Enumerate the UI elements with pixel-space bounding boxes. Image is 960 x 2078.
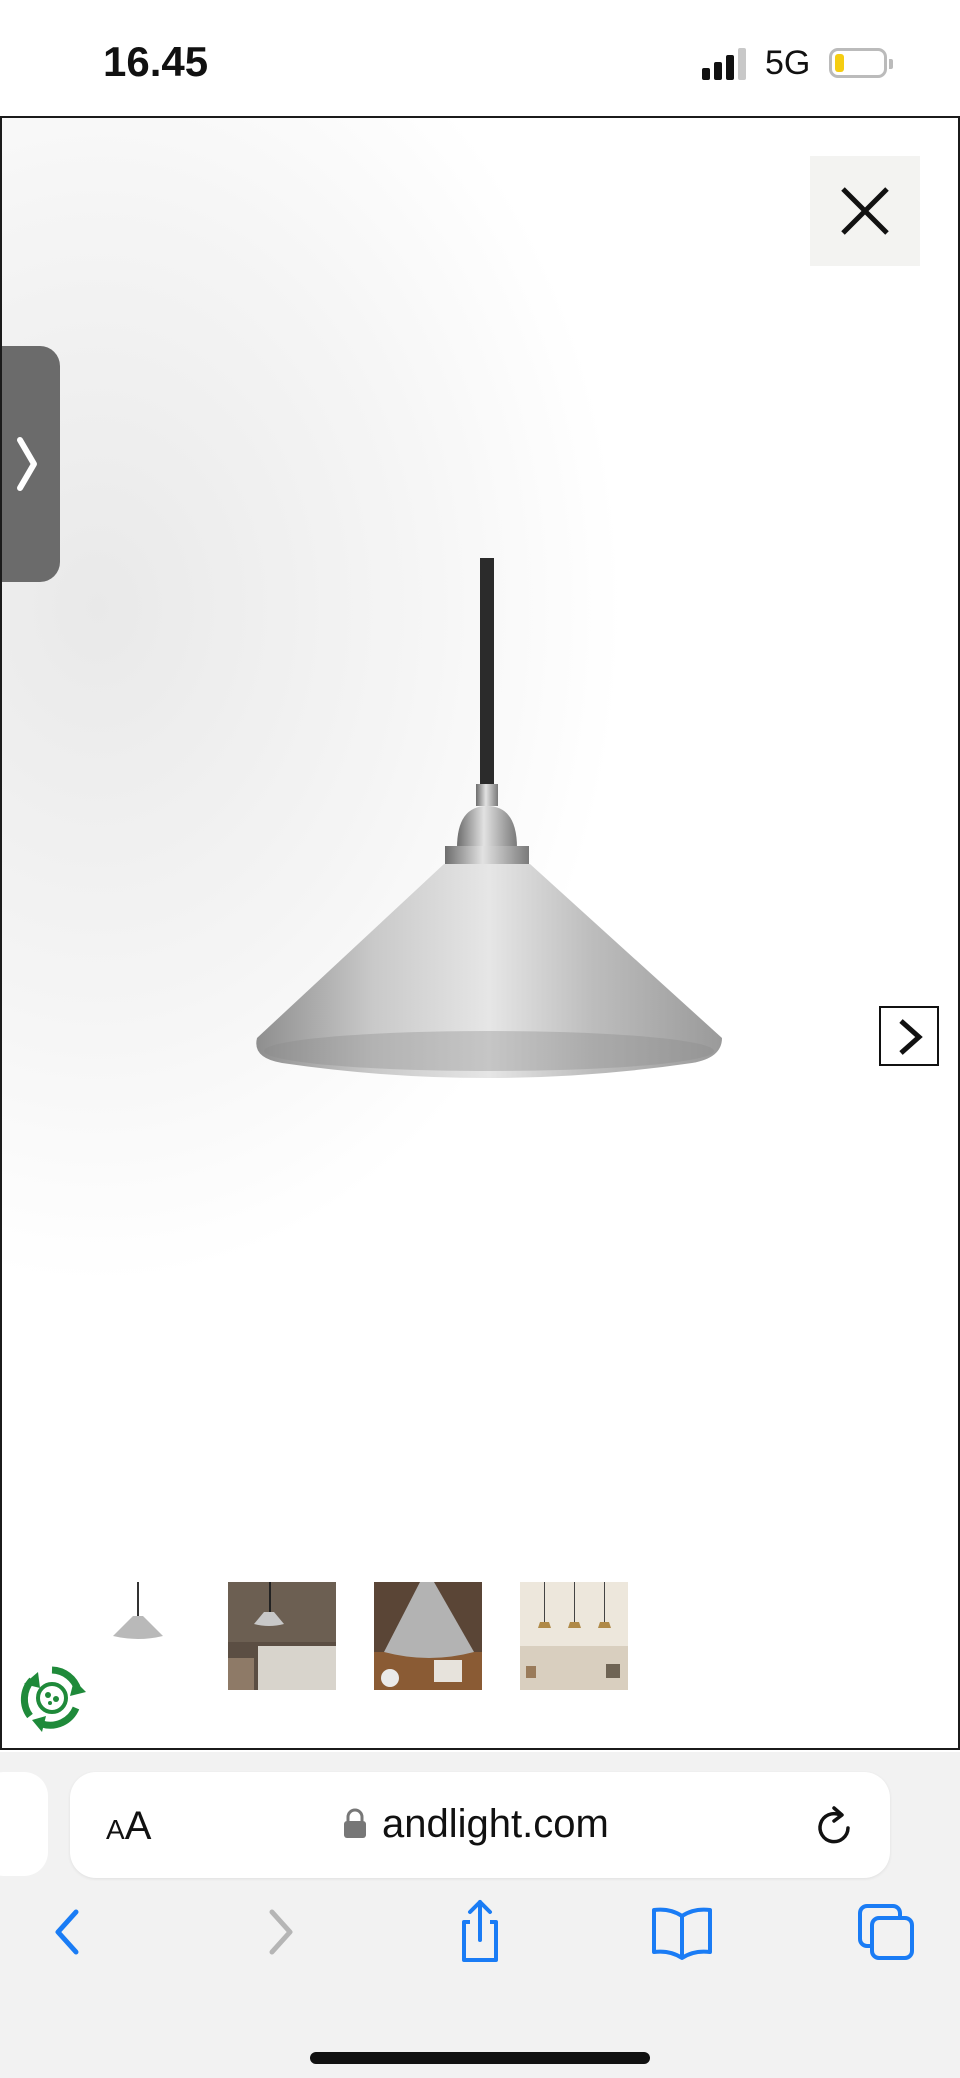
home-indicator <box>310 2052 650 2064</box>
url-text: andlight.com <box>382 1802 609 1846</box>
bookmarks-icon <box>652 1907 712 1960</box>
thumb-lamp-table-closeup[interactable] <box>374 1582 482 1690</box>
network-type: 5G <box>765 44 811 82</box>
tabs-button[interactable] <box>846 1892 926 1972</box>
recycle-icon[interactable] <box>12 1658 92 1738</box>
text-size-button[interactable]: AA <box>106 1804 151 1849</box>
status-time: 16.45 <box>103 38 209 85</box>
thumbnail-strip <box>96 1582 656 1692</box>
battery-icon <box>829 48 893 78</box>
chevron-right-icon <box>17 437 37 491</box>
next-image-button[interactable] <box>879 1006 939 1066</box>
forward-icon <box>269 1909 293 1955</box>
lock-icon <box>344 1808 366 1838</box>
signal-icon <box>702 48 750 80</box>
product-image <box>256 558 722 1078</box>
status-bar: 16.45 5G <box>0 0 960 116</box>
close-icon <box>841 187 889 235</box>
image-lightbox <box>0 116 960 1750</box>
side-drawer-tab[interactable] <box>2 346 60 582</box>
browser-chrome: AA andlight.com <box>0 1752 960 2078</box>
back-icon <box>55 1909 79 1955</box>
back-button[interactable] <box>30 1892 110 1972</box>
phone-screen: 16.45 5G AA andlight.com <box>0 0 960 2078</box>
share-button[interactable] <box>440 1892 520 1972</box>
thumb-lamp-product[interactable] <box>96 1582 204 1690</box>
browser-toolbar <box>0 1892 960 1992</box>
bookmarks-button[interactable] <box>642 1892 722 1972</box>
chevron-right-icon <box>899 1019 923 1055</box>
thumb-lamp-bedroom[interactable] <box>228 1582 336 1690</box>
tabs-icon <box>858 1904 914 1960</box>
address-bar[interactable]: AA andlight.com <box>70 1772 890 1878</box>
previous-tab-preview[interactable] <box>0 1772 48 1876</box>
close-button[interactable] <box>810 156 920 266</box>
reload-icon[interactable] <box>814 1804 856 1848</box>
forward-button[interactable] <box>238 1892 318 1972</box>
share-icon <box>462 1900 498 1962</box>
thumb-lamps-kitchen[interactable] <box>520 1582 628 1690</box>
